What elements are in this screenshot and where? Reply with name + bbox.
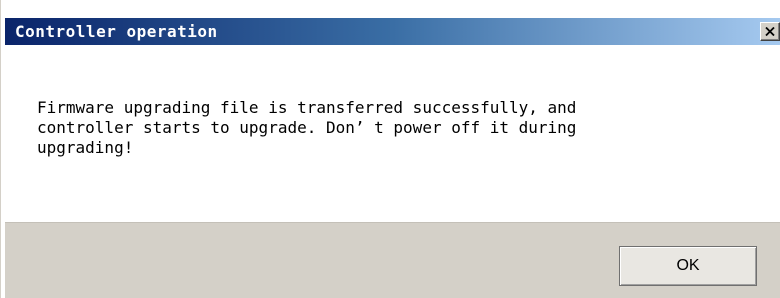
dialog-content: Firmware upgrading file is transferred s… xyxy=(5,45,780,222)
close-button[interactable] xyxy=(760,22,780,41)
button-bar: OK xyxy=(5,222,780,298)
close-icon xyxy=(765,27,775,36)
ok-button[interactable]: OK xyxy=(619,246,757,286)
dialog-title: Controller operation xyxy=(15,22,218,41)
title-bar[interactable]: Controller operation xyxy=(5,18,780,45)
controller-operation-dialog: Controller operation Firmware upgrading … xyxy=(0,0,780,298)
dialog-message: Firmware upgrading file is transferred s… xyxy=(37,98,577,157)
